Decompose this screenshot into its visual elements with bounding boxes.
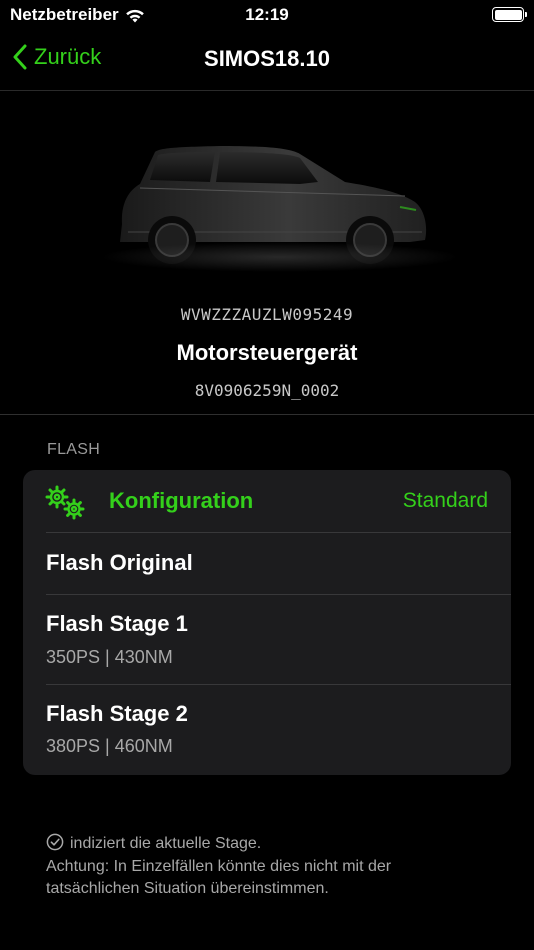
flash-stage-1-label: Flash Stage 1 — [46, 611, 188, 636]
footer-note: indiziert die aktuelle Stage. Achtung: I… — [46, 833, 486, 901]
gears-icon — [45, 485, 85, 520]
divider — [0, 414, 534, 415]
flash-options-card: Konfiguration Standard Flash Original Fl… — [23, 470, 511, 775]
configuration-label: Konfiguration — [109, 488, 254, 513]
flash-stage-2-label: Flash Stage 2 — [46, 701, 188, 726]
ecu-name: Motorsteuergerät — [176, 340, 358, 365]
flash-original-label: Flash Original — [46, 550, 193, 575]
flash-stage-1-specs: 350PS | 430NM — [46, 647, 173, 667]
configuration-value: Standard — [402, 489, 488, 512]
footer-line-1: indiziert die aktuelle Stage. — [70, 835, 262, 852]
configuration-row[interactable]: Konfiguration Standard — [23, 470, 511, 532]
section-header-flash: FLASH — [47, 441, 101, 458]
footer-line-2: Achtung: In Einzelfällen könnte dies nic… — [46, 857, 392, 898]
page-title: SIMOS18.10 — [204, 46, 330, 71]
flash-stage-1-row[interactable]: Flash Stage 1 350PS | 430NM — [23, 595, 511, 684]
ecu-part-number: 8V0906259N_0002 — [194, 381, 340, 400]
battery-icon — [492, 7, 527, 22]
flash-original-row[interactable]: Flash Original — [23, 533, 511, 594]
flash-stage-2-row[interactable]: Flash Stage 2 380PS | 460NM — [23, 685, 511, 775]
navigation-bar: Zurück SIMOS18.10 — [0, 30, 534, 91]
flash-stage-2-specs: 380PS | 460NM — [46, 736, 173, 756]
checkmark-circle-icon — [46, 833, 64, 851]
status-time: 12:19 — [245, 5, 289, 24]
vin-number: WVWZZZAUZLW095249 — [180, 305, 354, 324]
status-bar: Netzbetreiber 12:19 — [0, 0, 534, 30]
vehicle-image — [0, 92, 534, 292]
